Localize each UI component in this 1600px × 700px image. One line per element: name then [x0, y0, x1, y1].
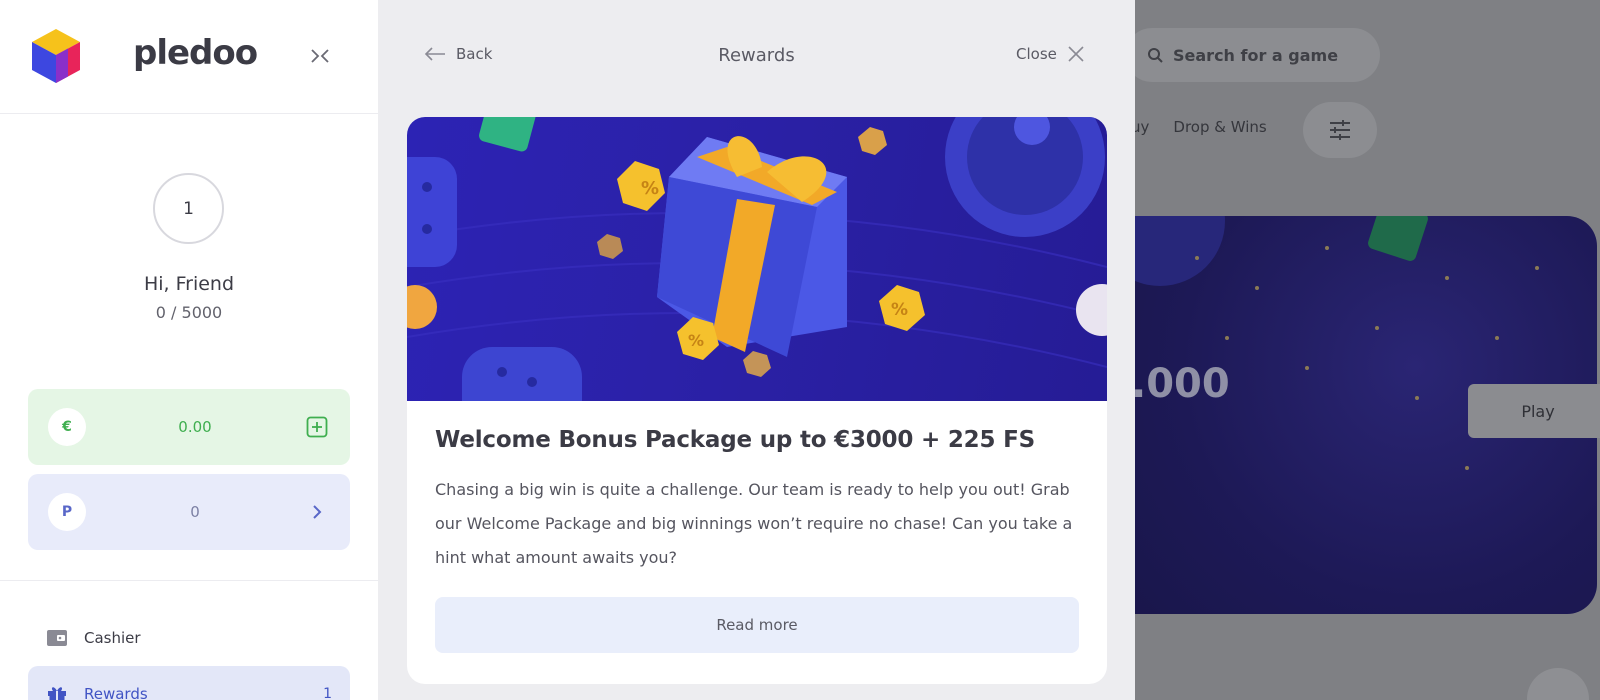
- user-level-progress: 0 / 5000: [155, 303, 223, 322]
- close-button[interactable]: Close: [1016, 45, 1085, 63]
- sidebar-item-cashier[interactable]: Cashier: [28, 610, 350, 666]
- background-categories: uy Drop & Wins: [1135, 118, 1267, 136]
- background-chat-button: [1527, 668, 1589, 700]
- plus-square-icon: [306, 416, 328, 438]
- close-icon: [1068, 46, 1084, 62]
- sidebar-item-label: Cashier: [84, 629, 141, 647]
- reward-banner-image: % % %: [407, 117, 1107, 401]
- rewards-panel: Back Rewards Close % % % Welcome Bonus P…: [378, 0, 1135, 700]
- background-search-placeholder: Search for a game: [1173, 45, 1339, 65]
- points-balance-value: 0: [190, 503, 200, 521]
- chevron-right-icon: [313, 505, 322, 519]
- background-filter-button: [1303, 102, 1377, 158]
- background-play-button: Play: [1468, 384, 1600, 438]
- points-balance-card[interactable]: P 0: [28, 474, 350, 550]
- user-level-badge[interactable]: 1: [153, 173, 224, 244]
- banner-coin-symbol: %: [641, 178, 659, 199]
- money-balance-card[interactable]: € 0.00: [28, 389, 350, 465]
- reward-description: Chasing a big win is quite a challenge. …: [435, 480, 1073, 567]
- banner-coin-symbol: %: [891, 300, 908, 320]
- background-site: Search for a game uy Drop & Wins .000 Pl…: [1135, 0, 1600, 700]
- user-greeting: Hi, Friend: [143, 273, 235, 295]
- pledoo-logo-icon[interactable]: [30, 27, 82, 85]
- sidebar-header: pledoo: [0, 0, 378, 114]
- wallet-icon: [47, 630, 67, 646]
- collapse-sidebar-icon[interactable]: [308, 44, 332, 68]
- background-category: Drop & Wins: [1173, 118, 1267, 136]
- money-balance-value: 0.00: [178, 418, 212, 436]
- euro-icon: €: [48, 408, 86, 446]
- rewards-count-badge: 1: [323, 686, 332, 700]
- reward-title: Welcome Bonus Package up to €3000 + 225 …: [435, 427, 1035, 453]
- read-more-button[interactable]: Read more: [435, 597, 1079, 653]
- gift-box-illustration: % % %: [407, 117, 1107, 401]
- background-category: uy: [1135, 118, 1150, 136]
- sidebar: pledoo 1 Hi, Friend 0 / 5000 € 0.00 P 0: [0, 0, 378, 700]
- points-icon: P: [48, 493, 86, 531]
- reward-card: % % % Welcome Bonus Package up to €3000 …: [407, 117, 1107, 684]
- sidebar-item-rewards[interactable]: Rewards 1: [28, 666, 350, 700]
- background-hero-amount: .000: [1135, 361, 1230, 407]
- points-details-button[interactable]: [304, 499, 330, 525]
- brand-name[interactable]: pledoo: [133, 33, 258, 73]
- close-label: Close: [1016, 45, 1057, 63]
- deposit-button[interactable]: [304, 414, 330, 440]
- sidebar-item-label: Rewards: [84, 685, 148, 700]
- background-search-bar: Search for a game: [1135, 28, 1380, 82]
- sidebar-divider: [0, 580, 378, 581]
- rewards-panel-header: Back Rewards Close: [378, 0, 1135, 114]
- gift-icon: [48, 687, 66, 700]
- filter-sliders-icon: [1330, 120, 1350, 140]
- search-icon: [1148, 48, 1163, 63]
- background-cube-shape: [1366, 216, 1430, 263]
- banner-coin-symbol: %: [688, 331, 704, 350]
- background-roulette-shape: [1135, 216, 1225, 286]
- reward-card-body: Welcome Bonus Package up to €3000 + 225 …: [407, 401, 1107, 653]
